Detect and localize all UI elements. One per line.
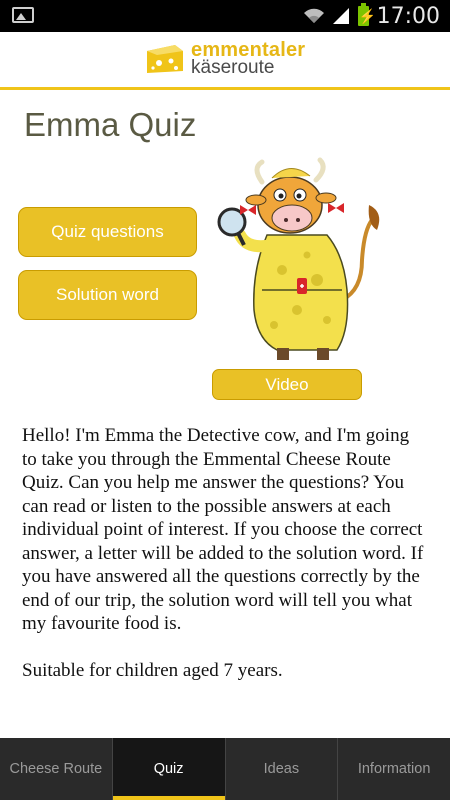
wifi-icon — [303, 8, 324, 23]
emmentaler-logo: emmentaler käseroute — [145, 40, 305, 78]
tab-quiz[interactable]: Quiz — [111, 738, 225, 800]
age-suitability-text: Suitable for children aged 7 years. — [22, 659, 283, 681]
gallery-notification-icon — [12, 7, 34, 23]
logo-line2: käseroute — [191, 57, 275, 78]
quiz-questions-button[interactable]: Quiz questions — [18, 207, 197, 257]
solution-word-button[interactable]: Solution word — [18, 270, 197, 320]
intro-paragraph: Hello! I'm Emma the Detective cow, and I… — [22, 425, 424, 634]
tab-information[interactable]: Information — [337, 738, 450, 800]
bottom-tab-bar: Cheese Route Quiz Ideas Information — [0, 738, 450, 800]
intro-text: Hello! I'm Emma the Detective cow, and I… — [22, 424, 427, 705]
page-title: Emma Quiz — [24, 106, 197, 143]
header-divider — [0, 87, 450, 90]
emma-detective-cow-illustration — [217, 157, 380, 360]
cheese-icon — [147, 45, 183, 73]
status-time: 17:00 — [376, 3, 440, 29]
video-button[interactable]: Video — [212, 369, 362, 400]
app-header: emmentaler käseroute — [0, 32, 450, 87]
tab-cheese-route[interactable]: Cheese Route — [0, 738, 112, 800]
status-bar: ⚡ 17:00 — [0, 0, 450, 32]
tab-ideas[interactable]: Ideas — [224, 738, 338, 800]
signal-icon — [332, 8, 349, 24]
battery-charging-icon: ⚡ — [357, 3, 377, 26]
